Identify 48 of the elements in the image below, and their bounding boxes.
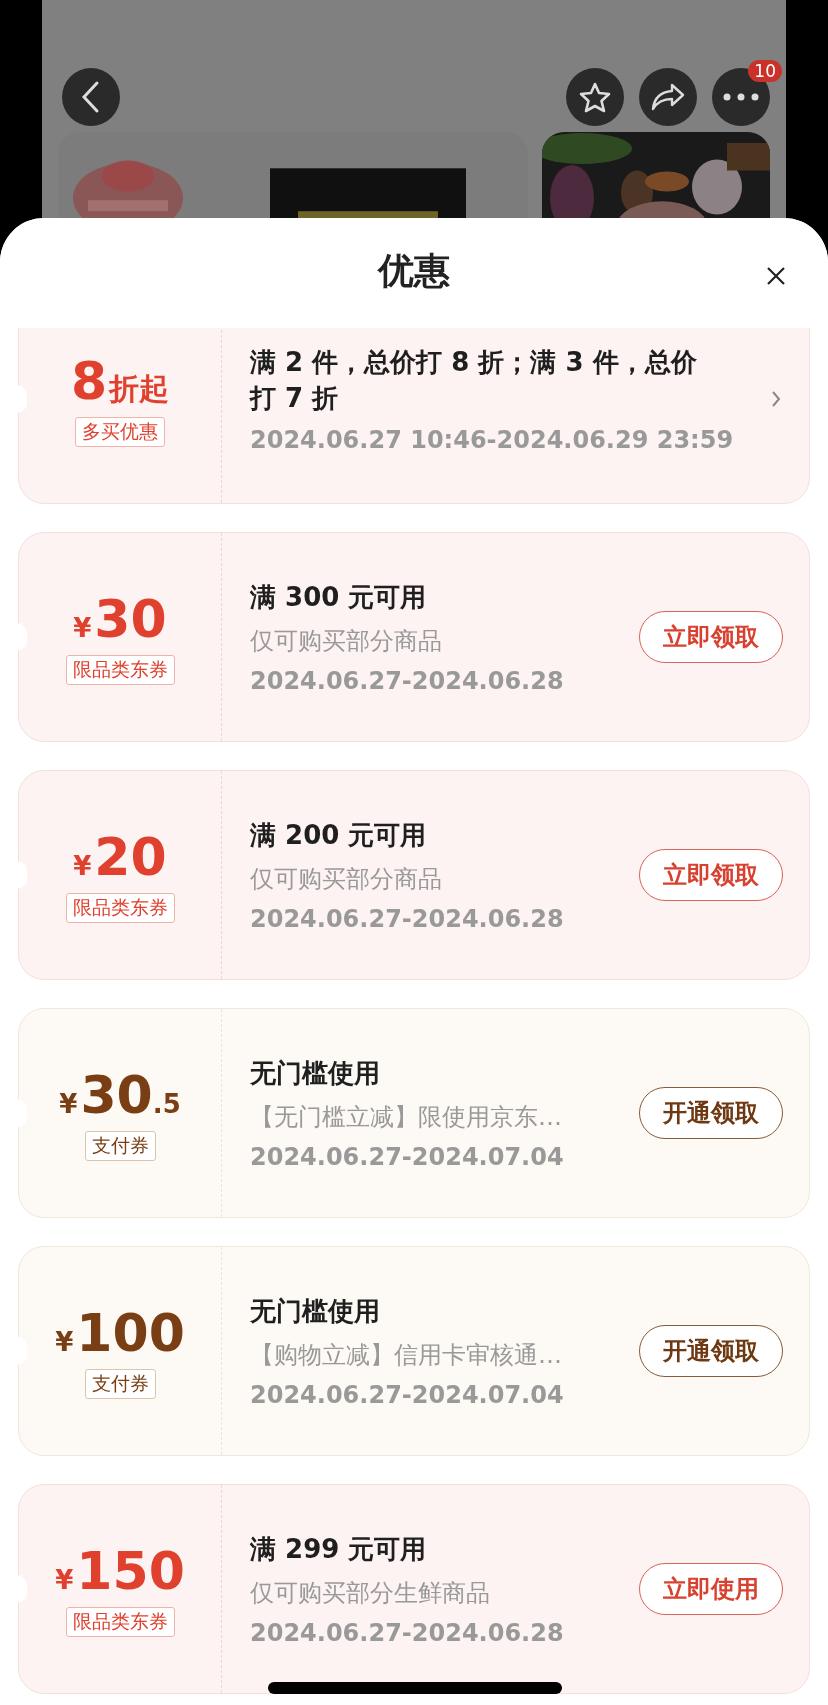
coupon-amount: ¥30.5 xyxy=(59,1065,181,1125)
coupon-dates: 2024.06.27-2024.06.28 xyxy=(250,905,565,933)
ticket-notch xyxy=(17,1575,27,1603)
coupon-note: 仅可购买部分商品 xyxy=(250,626,443,657)
ticket-notch xyxy=(17,623,27,651)
claim-button[interactable]: 立即使用 xyxy=(639,1563,783,1615)
chevron-right-icon[interactable] xyxy=(771,390,781,408)
sheet-title: 优惠 xyxy=(378,248,450,293)
coupon-dates: 2024.06.27-2024.06.28 xyxy=(250,1619,565,1647)
more-icon xyxy=(723,93,759,101)
coupon-title: 无门槛使用 xyxy=(250,1057,381,1090)
coupon-note: 【购物立减】信用卡审核通… xyxy=(250,1340,563,1371)
coupon-title: 满 299 元可用 xyxy=(250,1533,428,1566)
coupon-note: 仅可购买部分生鲜商品 xyxy=(250,1578,491,1609)
claim-button[interactable]: 立即领取 xyxy=(639,849,783,901)
coupon-title: 无门槛使用 xyxy=(250,1295,381,1328)
share-button[interactable] xyxy=(639,68,697,126)
coupon-dates: 2024.06.27-2024.07.04 xyxy=(250,1143,565,1171)
star-icon xyxy=(578,81,612,113)
coupon-dates: 2024.06.27-2024.07.04 xyxy=(250,1381,565,1409)
ticket-notch xyxy=(17,385,27,413)
coupon-tag: 多买优惠 xyxy=(75,417,165,447)
coupon-amount: 8折起 xyxy=(70,351,170,411)
coupon-title: 满 300 元可用 xyxy=(250,581,428,614)
back-button[interactable] xyxy=(62,68,120,126)
favorite-button[interactable] xyxy=(566,68,624,126)
coupon-title: 满 200 元可用 xyxy=(250,819,428,852)
coupon-tag: 支付券 xyxy=(84,1131,156,1161)
coupon-amount: ¥150 xyxy=(55,1541,185,1601)
coupon-note: 仅可购买部分商品 xyxy=(250,864,443,895)
ticket-notch xyxy=(17,861,27,889)
claim-button[interactable]: 开通领取 xyxy=(639,1325,783,1377)
notification-badge: 10 xyxy=(748,60,782,82)
coupon-dates: 2024.06.27 10:46-2024.06.29 23:59 xyxy=(250,426,735,454)
coupon-tag: 限品类东券 xyxy=(65,1607,175,1637)
share-arrow-icon xyxy=(650,82,686,112)
coupon-note: 【无门槛立减】限使用京东… xyxy=(250,1102,563,1133)
coupon-title: 满 2 件，总价打 8 折；满 3 件，总价打 7 折 xyxy=(250,346,698,415)
coupon-amount: ¥30 xyxy=(73,589,167,649)
coupon-amount: ¥100 xyxy=(55,1303,185,1363)
coupon-tag: 限品类东券 xyxy=(65,893,175,923)
coupon-dates: 2024.06.27-2024.06.28 xyxy=(250,667,565,695)
claim-button[interactable]: 开通领取 xyxy=(639,1087,783,1139)
coupon-amount: ¥20 xyxy=(73,827,167,887)
claim-button[interactable]: 立即领取 xyxy=(639,611,783,663)
coupon-tag: 支付券 xyxy=(84,1369,156,1399)
coupon-tag: 限品类东券 xyxy=(65,655,175,685)
close-icon xyxy=(766,266,786,286)
